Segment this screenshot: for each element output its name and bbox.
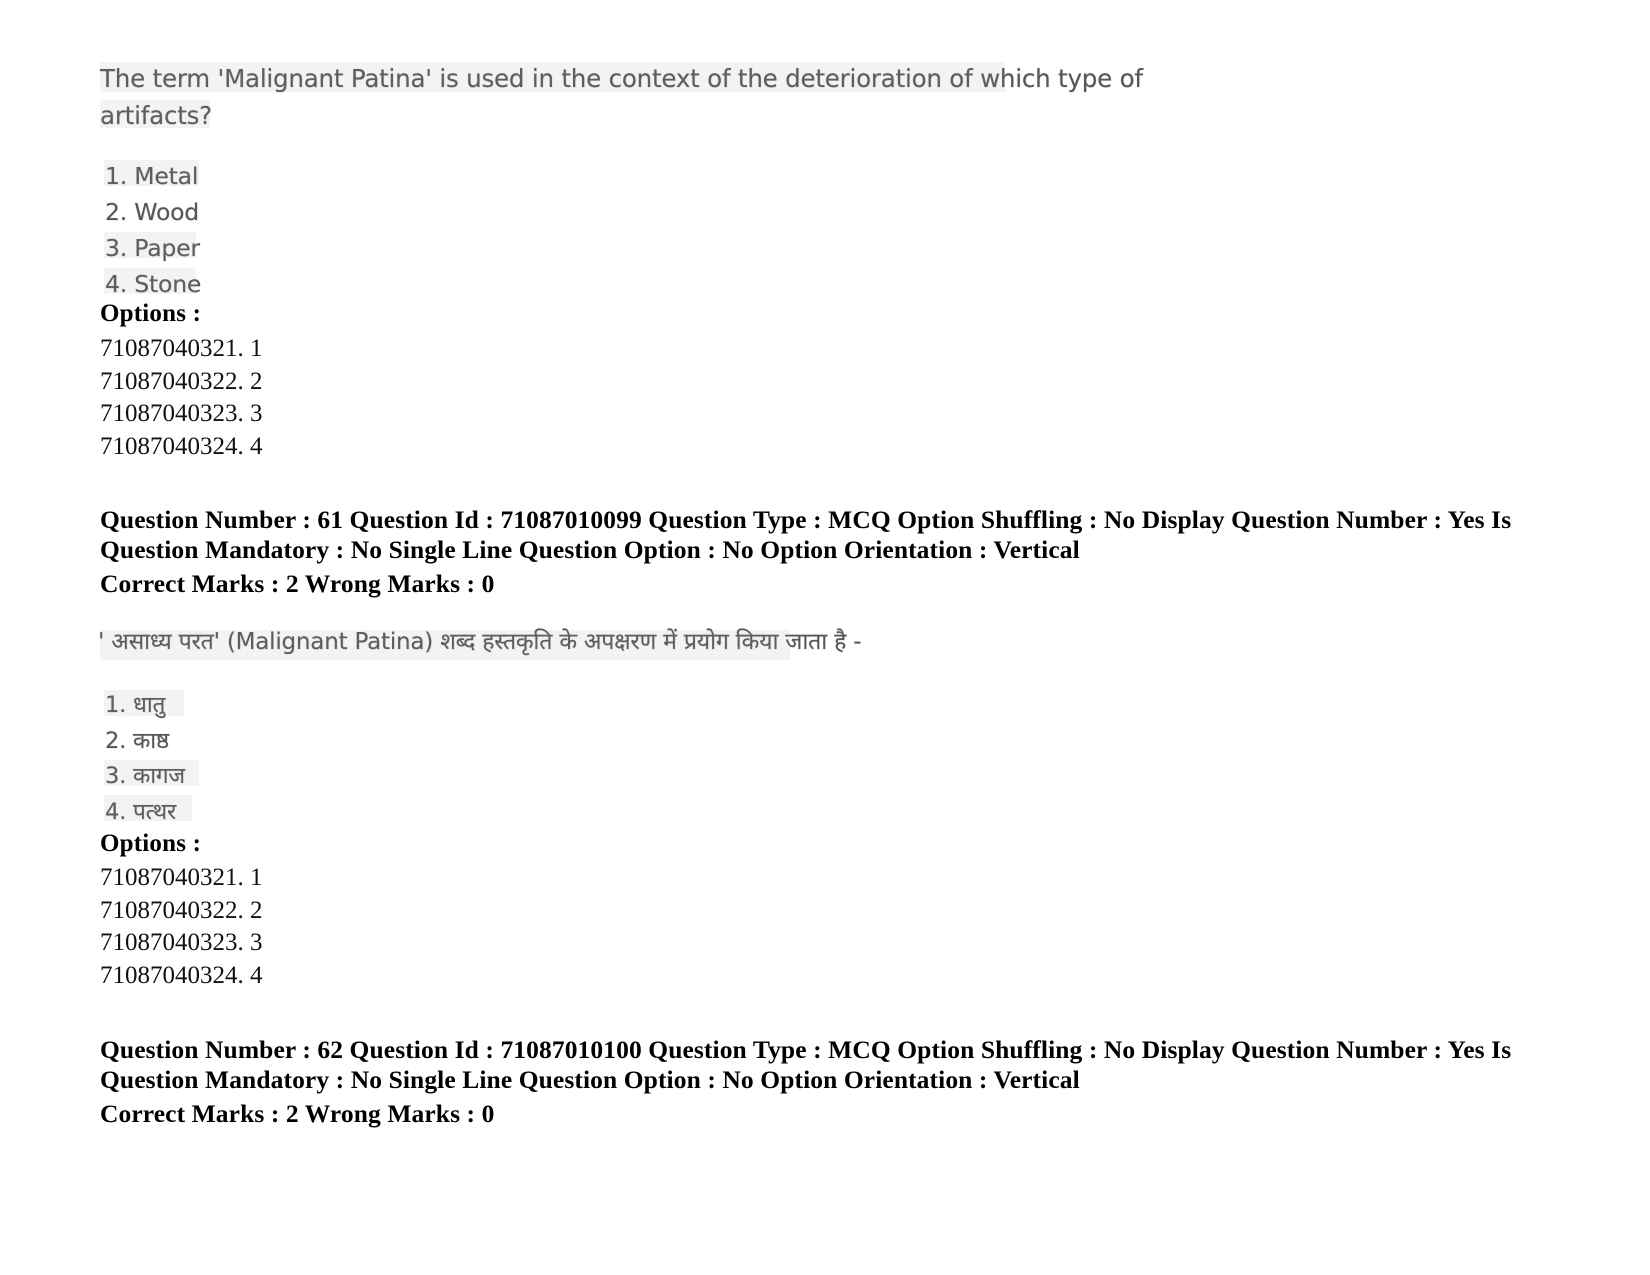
question-62-choice-4[interactable]: 4. पत्थर bbox=[105, 795, 185, 831]
question-61-choice-2[interactable]: 2. Wood bbox=[105, 194, 201, 230]
question-61-choice-4[interactable]: 4. Stone bbox=[105, 266, 201, 302]
question-62-text-line-1: ' असाध्य परत' (Malignant Patina) शब्द हस… bbox=[98, 629, 862, 655]
question-61-metadata: Question Number : 61 Question Id : 71087… bbox=[100, 505, 1530, 599]
question-61-metadata-line-1: Question Number : 61 Question Id : 71087… bbox=[100, 505, 1512, 534]
question-61-option-id-2: 71087040322. 2 bbox=[100, 367, 263, 395]
question-62-text: ' असाध्य परत' (Malignant Patina) शब्द हस… bbox=[98, 625, 1298, 659]
question-62-choice-3[interactable]: 3. कागज bbox=[105, 759, 185, 795]
question-61-choice-1[interactable]: 1. Metal bbox=[105, 158, 201, 194]
question-62-option-id-list: 71087040321. 1 71087040322. 2 7108704032… bbox=[100, 862, 263, 992]
question-62-option-id-3: 71087040323. 3 bbox=[100, 929, 263, 956]
question-61-text: The term 'Malignant Patina' is used in t… bbox=[100, 60, 1280, 134]
question-62-options-label: Options : bbox=[100, 830, 202, 857]
question-62-metadata-line-3: Correct Marks : 2 Wrong Marks : 0 bbox=[100, 1099, 495, 1128]
question-62-option-id-2: 71087040322. 2 bbox=[100, 896, 263, 924]
question-61-option-id-1: 71087040321. 1 bbox=[100, 335, 263, 362]
document-page: The term 'Malignant Patina' is used in t… bbox=[0, 0, 1650, 1275]
question-62-metadata-line-1: Question Number : 62 Question Id : 71087… bbox=[100, 1035, 1512, 1064]
question-62-metadata: Question Number : 62 Question Id : 71087… bbox=[100, 1035, 1530, 1129]
question-62-choice-2[interactable]: 2. काष्ठ bbox=[105, 724, 185, 760]
question-61-option-id-4: 71087040324. 4 bbox=[100, 432, 263, 460]
question-61-options-label: Options : bbox=[100, 300, 202, 327]
question-61-option-id-3: 71087040323. 3 bbox=[100, 400, 263, 427]
question-62-choice-list: 1. धातु 2. काष्ठ 3. कागज 4. पत्थर bbox=[105, 688, 185, 830]
question-62-option-id-4: 71087040324. 4 bbox=[100, 961, 263, 989]
question-61-option-id-list: 71087040321. 1 71087040322. 2 7108704032… bbox=[100, 333, 263, 463]
question-61-choice-list: 1. Metal 2. Wood 3. Paper 4. Stone bbox=[105, 158, 201, 302]
question-62-option-id-1: 71087040321. 1 bbox=[100, 864, 263, 891]
question-62-metadata-line-2: Question Mandatory : No Single Line Ques… bbox=[100, 1064, 1080, 1094]
question-61-choice-3[interactable]: 3. Paper bbox=[105, 230, 201, 266]
question-61-text-line-2: artifacts? bbox=[100, 101, 212, 130]
question-61-metadata-line-2: Question Mandatory : No Single Line Ques… bbox=[100, 534, 1080, 564]
question-62-choice-1[interactable]: 1. धातु bbox=[105, 688, 185, 724]
question-61-text-line-1: The term 'Malignant Patina' is used in t… bbox=[100, 64, 1143, 93]
question-61-metadata-line-3: Correct Marks : 2 Wrong Marks : 0 bbox=[100, 569, 495, 598]
